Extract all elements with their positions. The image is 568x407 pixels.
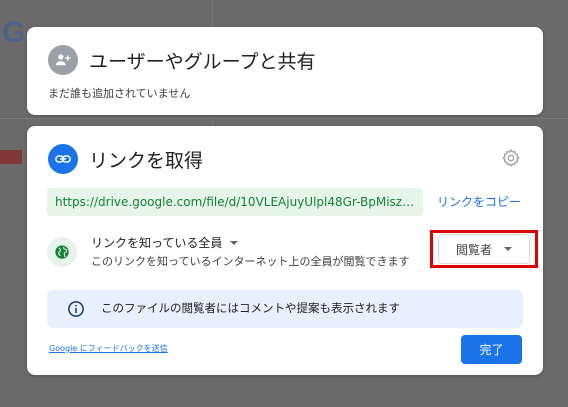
- link-access-label: リンクを知っている全員: [91, 236, 223, 250]
- feedback-link[interactable]: Google にフィードバックを送信: [49, 343, 168, 354]
- share-title: ユーザーやグループと共有: [89, 51, 316, 73]
- info-text: このファイルの閲覧者にはコメントや提案も表示されます: [101, 301, 400, 315]
- link-icon: [48, 144, 78, 174]
- role-value: 閲覧者: [455, 242, 492, 257]
- chevron-down-icon: [504, 247, 512, 251]
- globe-icon: [47, 237, 77, 267]
- background-thumbnail: [0, 150, 22, 164]
- info-icon: [67, 300, 85, 318]
- info-banner: このファイルの閲覧者にはコメントや提案も表示されます: [47, 290, 523, 328]
- get-link-card: リンクを取得 https://drive.google.com/file/d/1…: [27, 126, 543, 375]
- share-with-people-card: ユーザーやグループと共有 まだ誰も追加されていません: [27, 27, 543, 115]
- share-subtitle: まだ誰も追加されていません: [48, 87, 191, 100]
- get-link-title: リンクを取得: [89, 150, 204, 172]
- done-button[interactable]: 完了: [461, 335, 522, 364]
- role-dropdown[interactable]: 閲覧者: [438, 234, 530, 264]
- add-person-icon: [48, 45, 78, 75]
- background-logo: G: [2, 16, 25, 49]
- background-divider: [0, 118, 568, 119]
- gear-icon[interactable]: [501, 148, 521, 168]
- share-link-url-field[interactable]: https://drive.google.com/file/d/10VLEAju…: [47, 188, 423, 216]
- copy-link-button[interactable]: リンクをコピー: [437, 188, 521, 216]
- link-access-description: このリンクを知っているインターネット上の全員が閲覧できます: [91, 255, 410, 268]
- link-access-dropdown[interactable]: リンクを知っている全員: [91, 234, 239, 251]
- chevron-down-icon: [230, 240, 239, 245]
